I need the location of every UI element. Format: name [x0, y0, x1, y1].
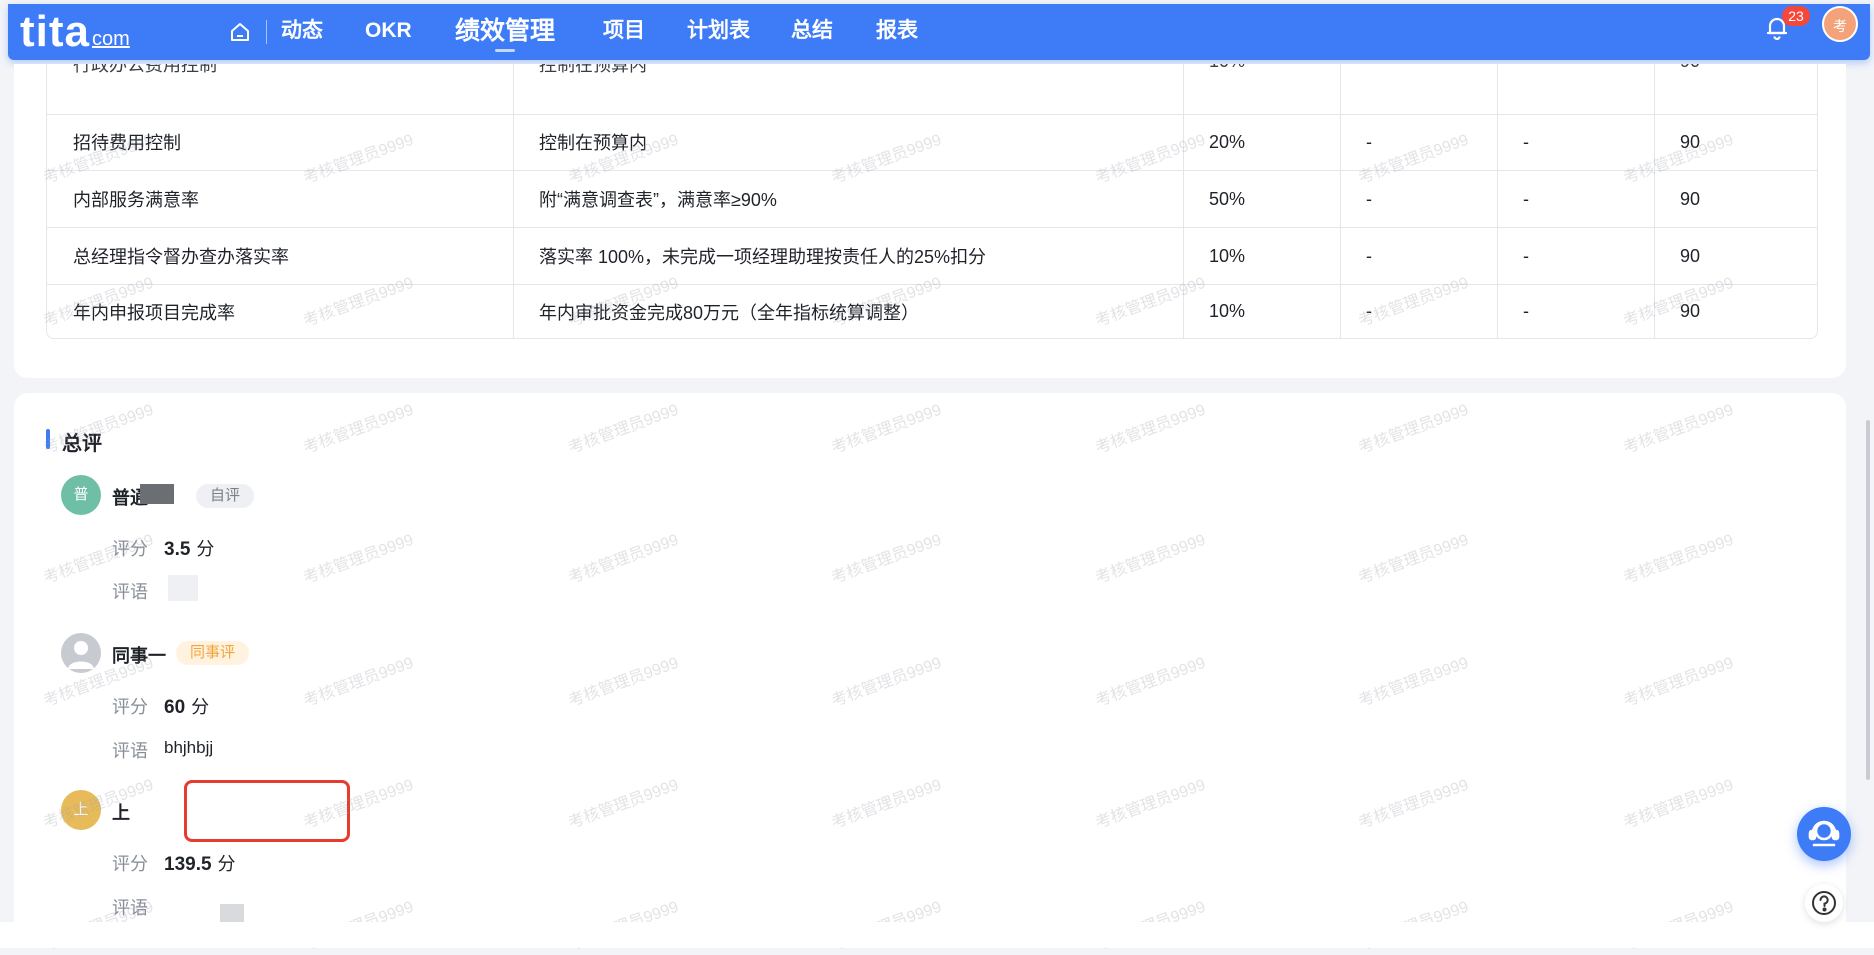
table-cell: 行政办公费用控制 [73, 64, 217, 75]
nav-item-feed[interactable]: 动态 [281, 4, 323, 60]
redaction-mask [140, 484, 174, 504]
table-cell: 落实率 100%，未完成一项经理助理按责任人的25%扣分 [539, 247, 987, 267]
nav-item-plans[interactable]: 计划表 [687, 4, 750, 60]
bottom-strip [0, 922, 1874, 948]
table-cell: 90 [1680, 131, 1701, 152]
column-divider [513, 64, 514, 338]
table-row: 内部服务满意率 附“满意调查表”，满意率≥90% 50% - - 90 [47, 171, 1817, 228]
section-accent-bar [46, 429, 50, 449]
table-cell: 年内审批资金完成80万元（全年指标统算调整） [539, 302, 920, 323]
nav-item-reports[interactable]: 报表 [876, 4, 918, 60]
table-cell: - [1366, 245, 1372, 266]
top-nav-bar: tita com 动态 OKR 绩效管理 项目 计划表 总结 报表 [8, 4, 1870, 60]
table-cell: 10% [1183, 64, 1340, 101]
table-cell: - [1523, 131, 1529, 152]
table-cell: 控制在预算内 [539, 133, 647, 153]
score-label: 评分 [112, 697, 148, 717]
comment-value: bhjhbjj [164, 738, 214, 757]
logo-suffix: com [92, 27, 130, 50]
peer-review-tag: 同事评 [176, 641, 250, 665]
help-button[interactable] [1805, 884, 1843, 922]
column-divider [1497, 64, 1498, 338]
column-divider [1654, 64, 1655, 338]
highlight-annotation-box [184, 780, 350, 842]
summary-card [14, 393, 1846, 933]
customer-service-button[interactable] [1797, 807, 1851, 861]
reviewer-avatar: 上 [61, 790, 101, 830]
section-title: 总评 [62, 433, 102, 455]
table-cell: 内部服务满意率 [73, 190, 199, 210]
table-cell: 90 [1680, 245, 1701, 266]
score-label: 评分 [112, 854, 148, 874]
reviewer-name: 上 [112, 803, 130, 823]
table-cell: - [1366, 301, 1372, 321]
table-cell: 控制在预算内 [539, 64, 647, 75]
score-value: 139.5 分 [164, 854, 236, 875]
logo-text: tita [20, 7, 90, 56]
indicator-table: 行政办公费用控制 控制在预算内 10% 90 招待费用控制 控制在预算内 20%… [46, 64, 1818, 339]
table-cell: - [1523, 245, 1529, 266]
headset-icon [1808, 820, 1840, 847]
score-label: 评分 [112, 539, 148, 559]
nav-item-projects[interactable]: 项目 [603, 4, 645, 60]
nav-item-performance[interactable]: 绩效管理 [455, 4, 555, 60]
table-cell: 90 [1680, 188, 1701, 209]
nav-divider [266, 20, 267, 44]
table-cell: 年内申报项目完成率 [73, 302, 235, 323]
question-icon [1812, 891, 1836, 915]
table-row: 年内申报项目完成率 年内审批资金完成80万元（全年指标统算调整） 10% - -… [47, 285, 1817, 338]
scrollbar-thumb[interactable] [1866, 420, 1870, 780]
table-cell: 总经理指令督办查办落实率 [73, 247, 289, 267]
table-cell: - [1523, 188, 1529, 209]
reviewer-avatar: 普 [61, 475, 101, 515]
reviewer-avatar [61, 633, 101, 673]
table-cell: 10% [1209, 245, 1246, 266]
table-cell: - [1366, 188, 1372, 209]
tita-logo[interactable]: tita com [20, 4, 130, 60]
notification-badge: 23 [1782, 6, 1810, 26]
nav-item-summary[interactable]: 总结 [791, 4, 833, 60]
table-row: 行政办公费用控制 控制在预算内 10% 90 [47, 64, 1817, 115]
table-cell: 10% [1209, 301, 1246, 321]
comment-label: 评语 [112, 582, 148, 602]
table-cell: - [1366, 131, 1372, 152]
nav-item-okr[interactable]: OKR [365, 4, 412, 60]
table-cell: 90 [1680, 301, 1701, 321]
user-avatar[interactable]: 考 [1822, 6, 1858, 42]
self-review-tag: 自评 [196, 484, 255, 508]
table-cell: 附“满意调查表”，满意率≥90% [539, 190, 777, 210]
score-value: 60 分 [164, 697, 210, 718]
table-cell: 90 [1654, 64, 1817, 101]
table-row: 总经理指令督办查办落实率 落实率 100%，未完成一项经理助理按责任人的25%扣… [47, 228, 1817, 285]
comment-label: 评语 [112, 741, 148, 761]
score-value: 3.5 分 [164, 539, 215, 560]
comment-label: 评语 [112, 898, 148, 918]
home-icon[interactable] [228, 20, 252, 44]
person-icon [68, 641, 94, 669]
table-cell: 招待费用控制 [73, 133, 181, 153]
redaction-mask [168, 575, 198, 601]
column-divider [1340, 64, 1341, 338]
table-cell: 50% [1209, 188, 1246, 209]
table-cell: 20% [1209, 131, 1246, 152]
table-row: 招待费用控制 控制在预算内 20% - - 90 [47, 114, 1817, 171]
table-cell: - [1523, 301, 1529, 321]
column-divider [1183, 64, 1184, 338]
reviewer-name: 同事一 [112, 646, 166, 666]
